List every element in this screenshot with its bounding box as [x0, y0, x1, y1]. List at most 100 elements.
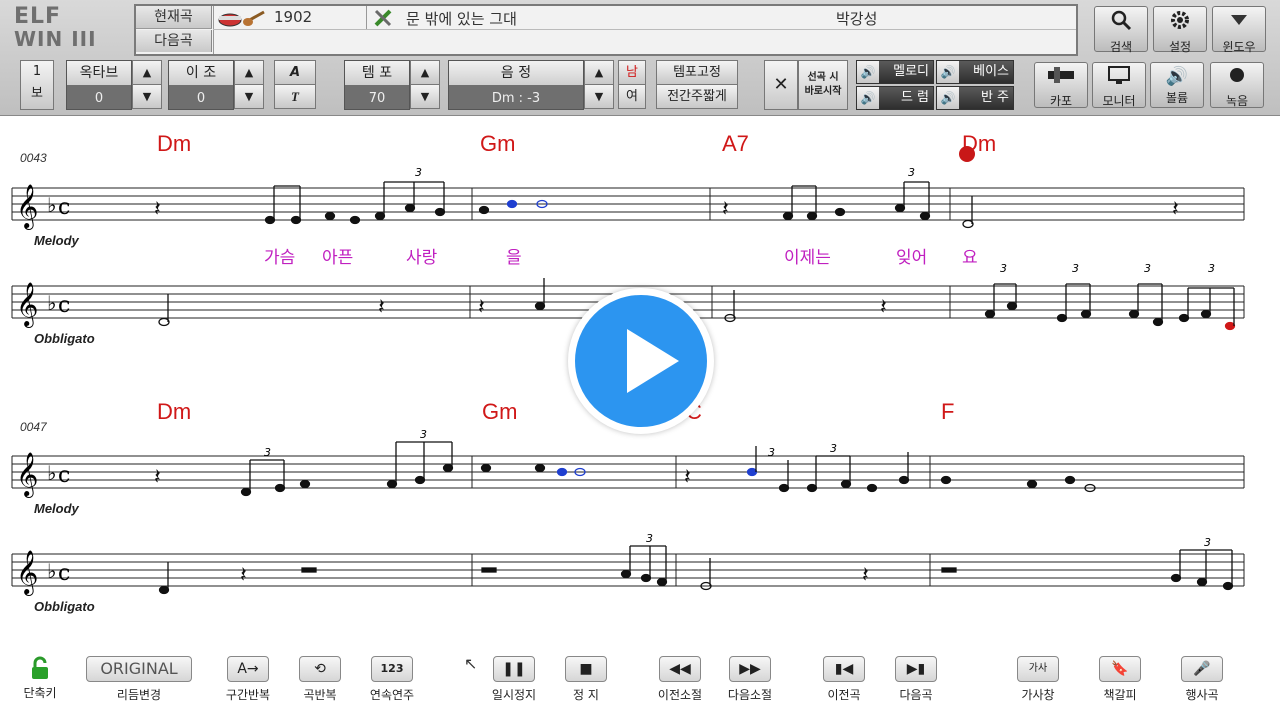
- triplet-mark: 3: [1072, 262, 1079, 275]
- intro-short-button[interactable]: 전간주짧게: [656, 84, 738, 109]
- lyric-syllable: 요: [962, 248, 978, 268]
- tempo-up-button[interactable]: ▲: [410, 60, 440, 85]
- prev-bar-button[interactable]: ◀◀ 이전소절: [650, 656, 710, 703]
- fast-forward-icon: ▶▶: [729, 656, 771, 682]
- event-song-button[interactable]: 🎤 행사곡: [1172, 656, 1232, 703]
- treble-clef-icon: 𝄞: [16, 452, 38, 498]
- close-button[interactable]: ✕: [764, 60, 798, 110]
- shortcut-lock-button[interactable]: 단축키: [12, 656, 68, 701]
- triplet-mark: 3: [646, 532, 653, 545]
- pitch-label: 음 정: [449, 61, 583, 85]
- font-t-button[interactable]: T: [274, 84, 316, 109]
- stop-icon: ■: [565, 656, 607, 682]
- next-bar-button[interactable]: ▶▶ 다음소절: [720, 656, 780, 703]
- font-a-button[interactable]: A: [274, 60, 316, 85]
- capo-icon: [1035, 65, 1087, 92]
- half-rest-icon: [481, 567, 497, 573]
- next-song-label: 다음곡: [899, 688, 933, 702]
- settings-button[interactable]: 설정: [1153, 6, 1207, 54]
- tempo-label: 템 포: [345, 61, 409, 85]
- top-toolbar: ELF WIN III 현재곡 다음곡 1902 문 밖에 있는 그대 박강성 …: [0, 0, 1280, 116]
- microphone-icon: 🎤: [1181, 656, 1223, 682]
- continuous-icon: 123: [371, 656, 413, 682]
- quarter-rest-icon: 𝄽: [722, 197, 729, 222]
- melody-toggle[interactable]: 🔊 멜로디: [856, 60, 934, 84]
- bass-toggle[interactable]: 🔊 베이스: [936, 60, 1014, 84]
- current-song-label: 현재곡: [136, 6, 212, 29]
- tempo-fix-button[interactable]: 템포고정: [656, 60, 738, 85]
- chord-label: F: [941, 399, 954, 424]
- bookmark-button[interactable]: 🔖 책갈피: [1090, 656, 1150, 703]
- pause-label: 일시정지: [491, 688, 537, 702]
- common-time-icon: c: [58, 561, 70, 586]
- pitch-down-button[interactable]: ▼: [584, 84, 614, 109]
- song-title: 문 밖에 있는 그대: [406, 10, 517, 28]
- rhythm-change-button[interactable]: ORIGINAL 리듬변경: [80, 656, 198, 703]
- record-icon: [1211, 65, 1263, 92]
- tempo-control: 템 포 70: [344, 60, 410, 110]
- melody-label: 멜로디: [893, 64, 929, 79]
- treble-clef-icon: 𝄞: [16, 282, 38, 328]
- transpose-down-button[interactable]: ▼: [234, 84, 264, 109]
- tempo-down-button[interactable]: ▼: [410, 84, 440, 109]
- octave-up-button[interactable]: ▲: [132, 60, 162, 85]
- window-button[interactable]: 윈도우: [1212, 6, 1266, 54]
- triplet-mark: 3: [1208, 262, 1215, 275]
- drum-toggle[interactable]: 🔊 드 럼: [856, 86, 934, 110]
- lyric-syllable: 사랑: [406, 248, 438, 268]
- quarter-rest-icon: 𝄽: [862, 563, 869, 588]
- volume-button[interactable]: 🔊 볼륨: [1150, 62, 1204, 108]
- transpose-up-button[interactable]: ▲: [234, 60, 264, 85]
- lyrics-window-button[interactable]: 가사 가사창: [1008, 656, 1068, 703]
- page-view-label: 보: [31, 86, 43, 101]
- song-number: 1902: [274, 8, 313, 26]
- page-button[interactable]: 1 보: [20, 60, 54, 110]
- original-label: ORIGINAL: [86, 656, 192, 682]
- instant-start-button[interactable]: 선곡 시 바로시작: [798, 60, 848, 110]
- lyric-syllable: 아픈: [322, 248, 353, 268]
- song-repeat-label: 곡반복: [303, 688, 337, 702]
- pitch-value: Dm : -3: [491, 91, 541, 106]
- quarter-rest-icon: 𝄽: [880, 295, 887, 320]
- triplet-mark: 3: [264, 446, 271, 459]
- position-marker: [959, 146, 975, 162]
- pause-button[interactable]: ❚❚ 일시정지: [484, 656, 544, 703]
- female-key-button[interactable]: 여: [618, 84, 646, 109]
- song-repeat-button[interactable]: ⟲ 곡반복: [290, 656, 350, 703]
- speaker-icon: 🔊: [937, 87, 959, 109]
- speaker-icon: 🔊: [937, 61, 959, 83]
- transpose-control: 이 조 0: [168, 60, 234, 110]
- record-label: 녹음: [1225, 94, 1249, 108]
- bar-number: 0043: [20, 151, 47, 165]
- pitch-up-button[interactable]: ▲: [584, 60, 614, 85]
- octave-down-button[interactable]: ▼: [132, 84, 162, 109]
- male-key-button[interactable]: 남: [618, 60, 646, 85]
- search-button[interactable]: 검색: [1094, 6, 1148, 54]
- pitch-control: 음 정 Dm : -3: [448, 60, 584, 110]
- treble-clef-icon: 𝄞: [16, 184, 38, 230]
- stop-button[interactable]: ■ 정 지: [556, 656, 616, 703]
- chord-label: Gm: [480, 131, 515, 156]
- triplet-mark: 3: [420, 428, 427, 441]
- lyrics-icon: 가사: [1017, 656, 1059, 682]
- obbligato-staff: 𝄞 ♭ c 𝄽 𝄽 3 3 Obbligato: [11, 532, 1245, 614]
- prev-bar-label: 이전소절: [657, 688, 703, 702]
- capo-label: 카포: [1049, 94, 1073, 108]
- next-song-button[interactable]: ▶▮ 다음곡: [886, 656, 946, 703]
- monitor-icon: [1093, 65, 1145, 92]
- common-time-icon: c: [58, 463, 70, 488]
- play-overlay-button[interactable]: [568, 288, 714, 434]
- lyric-syllable: 을: [506, 248, 522, 268]
- record-button[interactable]: 녹음: [1210, 62, 1264, 108]
- chord-label: Dm: [157, 131, 191, 156]
- volume-icon: 🔊: [1165, 66, 1189, 87]
- section-repeat-button[interactable]: A→ 구간반복: [218, 656, 278, 703]
- lock-icon: [12, 656, 68, 680]
- app-logo: ELF WIN III: [14, 6, 124, 52]
- accomp-toggle[interactable]: 🔊 반 주: [936, 86, 1014, 110]
- flat-sign-icon: ♭: [47, 291, 56, 315]
- prev-song-button[interactable]: ▮◀ 이전곡: [814, 656, 874, 703]
- monitor-button[interactable]: 모니터: [1092, 62, 1146, 108]
- continuous-play-button[interactable]: 123 연속연주: [360, 656, 424, 703]
- capo-button[interactable]: 카포: [1034, 62, 1088, 108]
